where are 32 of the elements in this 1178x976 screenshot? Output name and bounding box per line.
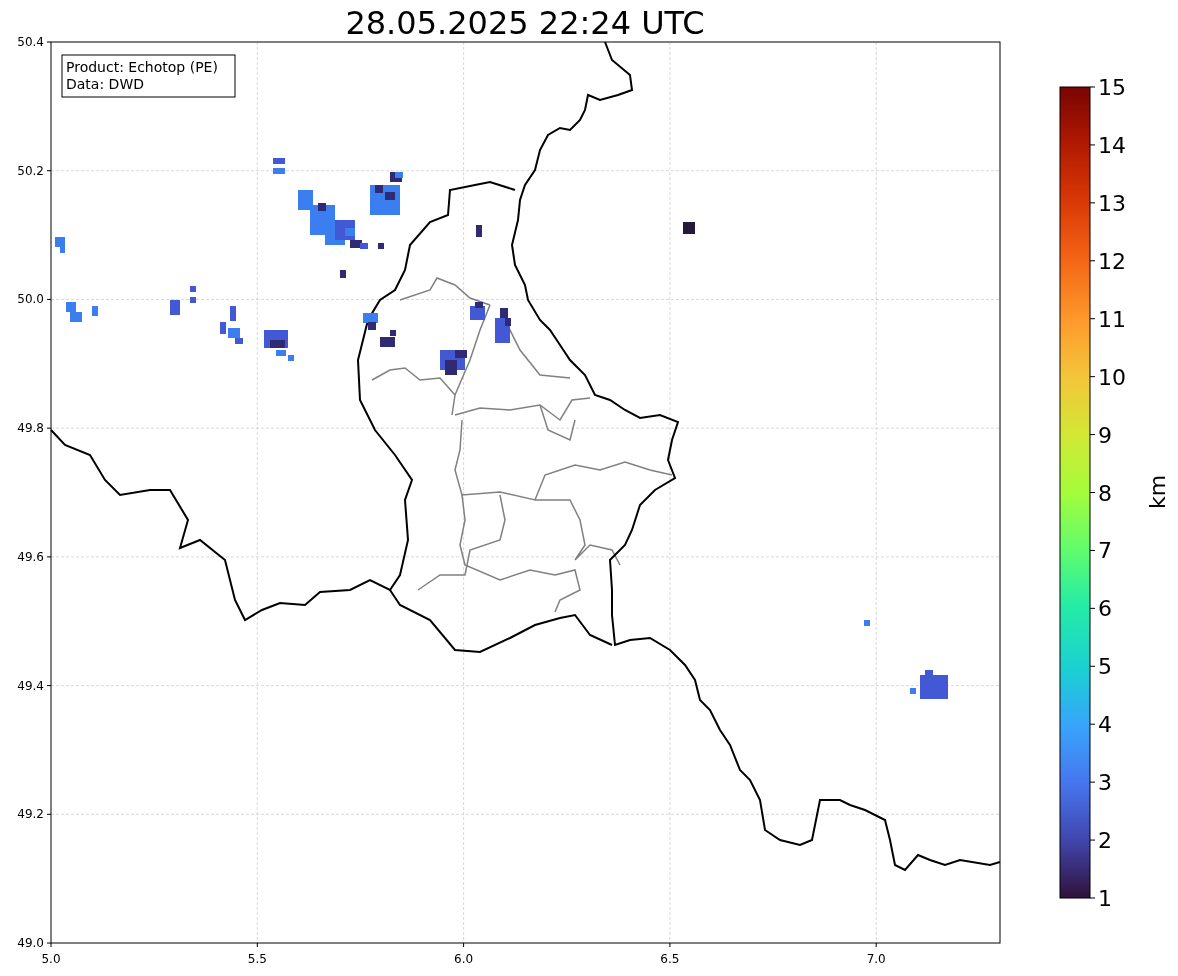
colorbar-tick-label: 15 (1098, 75, 1126, 100)
colorbar-tick-label: 13 (1098, 190, 1126, 216)
info-text: Product: Echotop (PE) (66, 59, 218, 75)
x-tick-label: 5.5 (247, 952, 267, 966)
x-tick-label: 7.0 (866, 952, 886, 966)
y-tick-label: 50.4 (17, 35, 44, 49)
info-text: Data: DWD (66, 76, 144, 92)
colorbar-tick-label: 7 (1098, 538, 1112, 564)
y-tick-label: 49.8 (17, 421, 44, 436)
colorbar-tick-label: 10 (1098, 364, 1126, 390)
colorbar-tick-label: 12 (1098, 248, 1126, 274)
colorbar-tick-label: 4 (1098, 712, 1112, 738)
x-tick-label: 6.0 (454, 952, 474, 966)
colorbar-tick-label: 2 (1098, 828, 1112, 854)
colorbar-tick-label: 6 (1098, 596, 1112, 622)
colorbar-tick-label: 8 (1098, 480, 1112, 506)
y-tick-label: 50.2 (17, 163, 44, 178)
y-tick-label: 49.6 (17, 549, 44, 564)
x-tick-label: 5.0 (41, 952, 61, 966)
y-tick-label: 50.0 (17, 292, 44, 307)
x-tick-label: 6.5 (660, 952, 680, 966)
y-tick-label: 49.2 (17, 807, 44, 822)
colorbar-tick-label: 1 (1098, 886, 1112, 911)
colorbar-tick-label: 9 (1098, 422, 1112, 448)
colorbar-tick-label: 5 (1098, 654, 1112, 680)
colorbar-tick-label: 14 (1098, 132, 1126, 158)
colorbar-tick-label: 3 (1098, 770, 1112, 796)
colorbar-tick-label: 11 (1098, 306, 1126, 332)
chart-title: 28.05.2025 22:24 UTC (345, 4, 705, 42)
colorbar-label: km (1145, 474, 1170, 510)
y-tick-label: 49.4 (17, 678, 44, 693)
y-tick-label: 49.0 (17, 936, 44, 951)
